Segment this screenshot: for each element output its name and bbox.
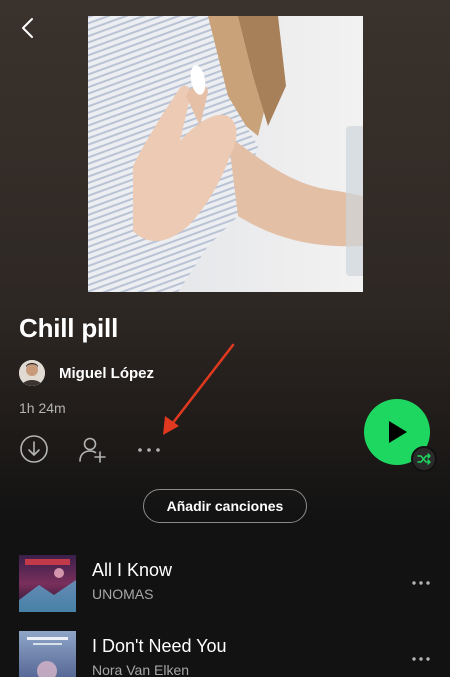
playlist-title: Chill pill	[19, 313, 119, 343]
owner-name: Miguel López	[59, 364, 154, 382]
back-button[interactable]	[14, 14, 42, 42]
track-artist: UNOMAS	[92, 586, 154, 602]
track-artwork	[19, 555, 76, 612]
download-button[interactable]	[19, 434, 49, 464]
add-songs-button[interactable]: Añadir canciones	[143, 489, 307, 523]
shuffle-button[interactable]	[411, 446, 437, 472]
track-artwork	[19, 631, 76, 677]
more-horizontal-icon	[412, 581, 430, 585]
track-title: All I Know	[92, 560, 173, 580]
add-user-icon	[79, 437, 106, 463]
track-more-button[interactable]	[408, 569, 436, 597]
more-horizontal-icon	[412, 657, 430, 661]
track-more-button[interactable]	[408, 645, 436, 673]
avatar	[19, 360, 45, 386]
download-circle-icon	[20, 435, 48, 463]
track-title: I Don't Need You	[92, 636, 227, 656]
track-row[interactable]: All I Know UNOMAS	[0, 555, 450, 615]
owner-row[interactable]: Miguel López	[19, 360, 154, 386]
play-icon	[389, 421, 407, 443]
follow-button[interactable]	[78, 434, 108, 464]
track-row[interactable]: I Don't Need You Nora Van Elken	[0, 631, 450, 677]
playlist-duration: 1h 24m	[19, 400, 66, 416]
annotation-arrow-icon	[163, 343, 235, 435]
chevron-left-icon	[22, 18, 33, 38]
track-artist: Nora Van Elken	[92, 662, 190, 677]
playlist-cover	[88, 16, 363, 292]
shuffle-icon	[417, 453, 431, 465]
